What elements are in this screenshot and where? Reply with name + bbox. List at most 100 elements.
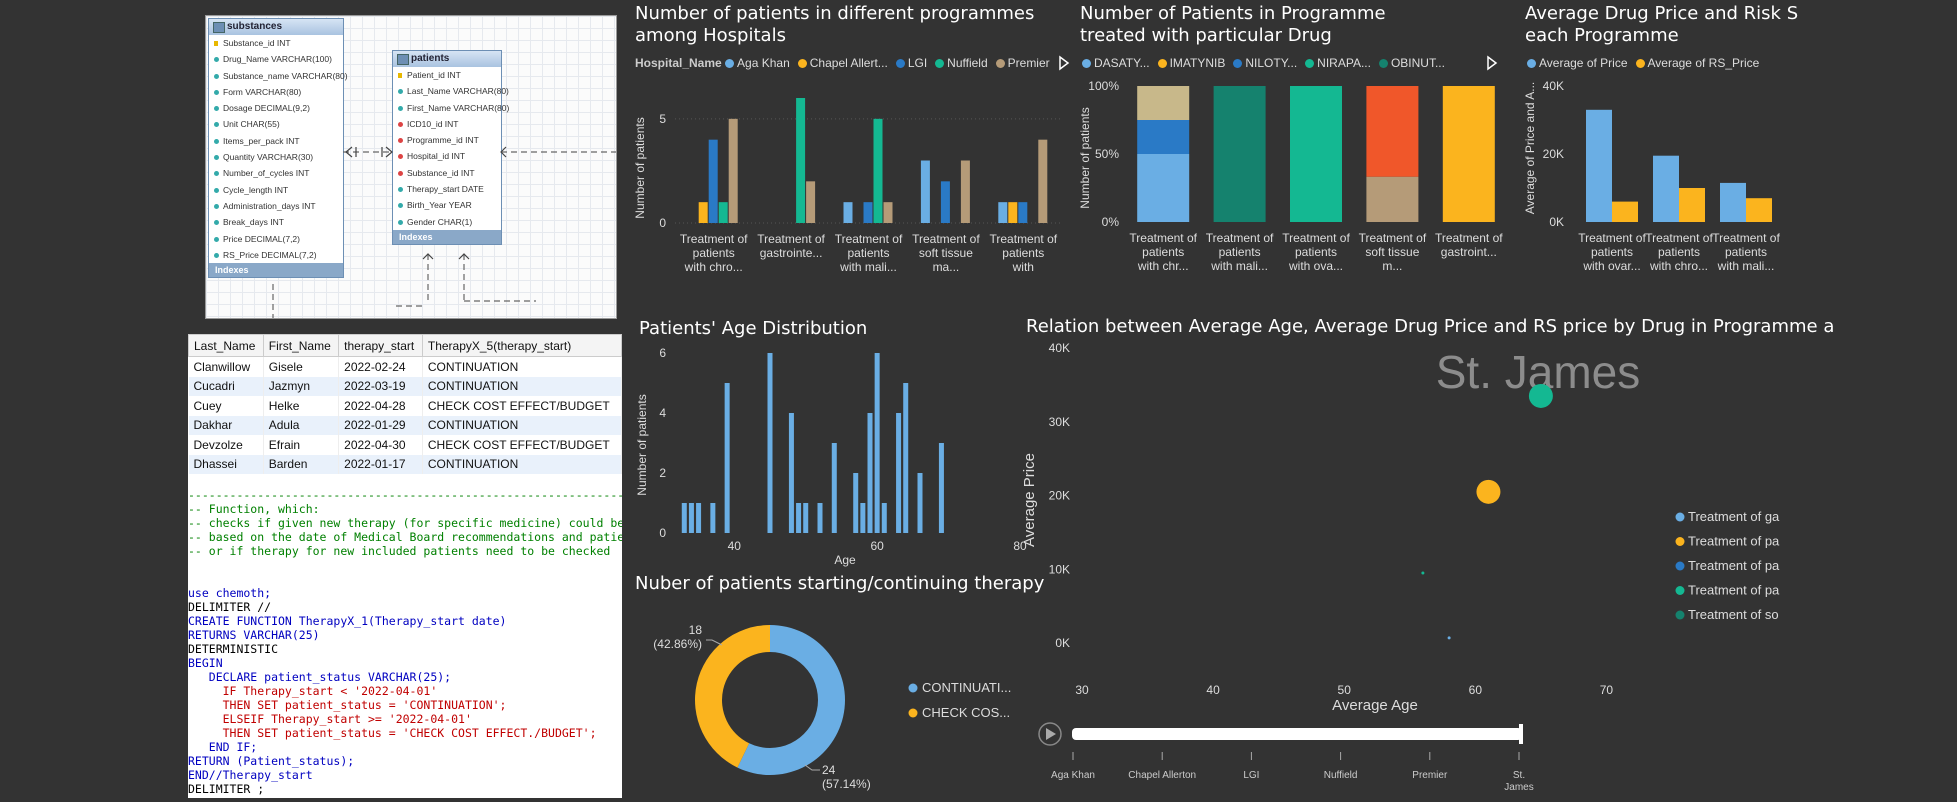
histogram-bar bbox=[853, 473, 859, 533]
play-axis-label: Nuffield bbox=[1324, 770, 1358, 781]
play-axis-label: Chapel Allerton bbox=[1128, 770, 1196, 781]
chart6-plot[interactable]: Average Price Average Age 0K 10K 20K 30K 40K 30… bbox=[1020, 330, 1957, 802]
legend-item[interactable]: LGI bbox=[895, 56, 927, 70]
table-row[interactable]: Dhassei Barden 2022-01-17 CONTINUATION bbox=[188, 454, 623, 474]
x-tick-label-line: soft tissue bbox=[919, 246, 973, 260]
x-tick-label: Treatment of soft tissue ma... bbox=[912, 232, 980, 274]
table-cell: Helke bbox=[263, 396, 340, 416]
legend-marker bbox=[725, 59, 735, 68]
x-tick-label-line: Treatment of bbox=[1129, 231, 1197, 245]
legend-item[interactable]: Nuffield bbox=[935, 56, 988, 70]
histogram-bar bbox=[917, 473, 923, 533]
x-tick-label: Treatment of patients with chro... bbox=[680, 232, 748, 274]
code-line: -- or if therapy for new included patien… bbox=[188, 544, 611, 558]
stacked-bar-segment bbox=[1137, 86, 1190, 120]
x-tick-label: 40 bbox=[728, 539, 742, 553]
chart1-legend[interactable]: Hospital_Name Aga Khan Chapel Allert... LG… bbox=[635, 56, 1058, 70]
sql-result-grid[interactable]: Last_Name First_Name therapy_start TherapyX… bbox=[188, 334, 623, 484]
code-line: BEGIN bbox=[188, 656, 223, 670]
bar bbox=[1653, 155, 1679, 222]
legend-item[interactable]: Chapel Allert... bbox=[797, 56, 888, 70]
histogram-bar bbox=[710, 503, 716, 533]
result-column-header[interactable]: TherapyX_5(therapy_start) bbox=[421, 334, 623, 357]
x-tick-label: 40 bbox=[1206, 683, 1220, 697]
legend-item[interactable]: IMATYNIB bbox=[1157, 56, 1225, 70]
legend-marker bbox=[1635, 59, 1645, 68]
legend-item[interactable]: Average of Price bbox=[1527, 56, 1628, 70]
legend-item[interactable]: Aga Khan bbox=[725, 56, 790, 70]
chart1-legend-next-icon[interactable] bbox=[1057, 55, 1071, 71]
x-tick-label: Treatment of patients with mali... bbox=[1712, 231, 1780, 273]
scatter-point bbox=[1528, 383, 1553, 408]
legend-item[interactable]: Premier bbox=[995, 56, 1050, 70]
table-row[interactable]: Cuey Helke 2022-04-28 CHECK COST EFFECT/BUD… bbox=[188, 396, 623, 416]
legend-item[interactable]: DASATY... bbox=[1082, 56, 1150, 70]
code-line: DECLARE patient_status VARCHAR(25); bbox=[188, 670, 452, 684]
x-tick-label-line: Treatment of bbox=[1282, 231, 1350, 245]
y-tick-label: 5 bbox=[659, 112, 666, 126]
chart5-plot[interactable]: 18(42.86%) 24(57.14%) CONTINUATI... CHECK C… bbox=[640, 600, 1020, 800]
legend-item[interactable]: OBINUT... bbox=[1378, 56, 1445, 70]
result-column-header[interactable]: First_Name bbox=[262, 334, 340, 357]
legend-item[interactable]: NILOTY... bbox=[1233, 56, 1297, 70]
code-line: -- checks if given new therapy (for spec… bbox=[188, 516, 622, 530]
x-tick-label-line: patients bbox=[1725, 245, 1767, 259]
chart3-title-line2: each Programme bbox=[1525, 25, 1679, 46]
play-axis-label: LGI bbox=[1243, 770, 1259, 781]
x-tick-label-line: Treatment of bbox=[680, 232, 748, 246]
legend-marker bbox=[1233, 59, 1243, 68]
table-cell: Devzolze bbox=[188, 435, 264, 455]
legend-label: Treatment of pa bbox=[1688, 583, 1780, 598]
x-tick-label-line: with bbox=[1012, 260, 1034, 274]
bar bbox=[1018, 202, 1028, 223]
table-cell: 2022-03-19 bbox=[338, 376, 423, 396]
er-diagram: substances Substance_id INT Drug_Name VAR… bbox=[205, 15, 617, 319]
bar bbox=[883, 202, 893, 223]
chart1-plot[interactable]: Number of patients05Treatment of patients… bbox=[630, 78, 1070, 278]
chart3-legend[interactable]: Average of Price Average of RS_Price bbox=[1527, 56, 1767, 70]
play-axis-label: Aga Khan bbox=[1051, 770, 1095, 781]
chart3-plot[interactable]: Average of Price and A... 0K 20K 40K Treatme… bbox=[1520, 78, 1957, 278]
table-cell: Dhassei bbox=[188, 454, 264, 474]
table-row[interactable]: Dakhar Adula 2022-01-29 CONTINUATION bbox=[188, 415, 623, 435]
stacked-bar-segment bbox=[1442, 86, 1495, 222]
play-button[interactable] bbox=[1038, 722, 1062, 746]
histogram-bar bbox=[796, 503, 802, 533]
y-tick-label: 100% bbox=[1088, 79, 1119, 93]
stacked-bar-segment bbox=[1290, 86, 1342, 222]
chart4-plot[interactable]: Number of patientsAge024640 60 80 bbox=[630, 340, 1030, 572]
legend-label: Premier bbox=[1007, 56, 1050, 70]
x-tick-label: Treatment of soft tissue m... bbox=[1359, 231, 1427, 273]
chart2-legend-next-icon[interactable] bbox=[1485, 55, 1499, 71]
code-line: END//Therapy_start bbox=[188, 768, 313, 782]
x-tick-label-line: patients bbox=[1591, 245, 1633, 259]
chart2-plot[interactable]: Number of patients0%50%100%Treatment of p… bbox=[1075, 78, 1515, 278]
chart2-legend[interactable]: DASATY... IMATYNIB NILOTY... NIRAPA... OBINU… bbox=[1082, 56, 1453, 70]
data-label-pct: (42.86%) bbox=[653, 637, 702, 651]
y-tick-label: 40K bbox=[1543, 79, 1564, 93]
table-cell: 2022-01-29 bbox=[338, 415, 423, 435]
result-column-header[interactable]: therapy_start bbox=[338, 334, 423, 357]
legend-item[interactable]: NIRAPA... bbox=[1305, 56, 1371, 70]
x-tick-label-line: with mali... bbox=[1717, 259, 1775, 273]
x-tick-label: Treatment of patients with mali... bbox=[1206, 231, 1274, 273]
bar bbox=[940, 181, 950, 223]
x-tick-label-line: patients bbox=[1219, 245, 1261, 259]
sql-code-editor[interactable]: ----------------------------------------… bbox=[188, 484, 622, 798]
legend-label: NILOTY... bbox=[1245, 56, 1298, 70]
play-axis-slider[interactable] bbox=[1072, 728, 1522, 740]
x-tick-label: Treatment of gastroint... bbox=[1435, 231, 1503, 259]
histogram-bar bbox=[767, 353, 773, 533]
x-tick-label-line: Treatment of bbox=[757, 232, 825, 246]
legend-label: Chapel Allert... bbox=[809, 56, 888, 70]
table-cell: CONTINUATION bbox=[422, 376, 623, 396]
table-row[interactable]: Devzolze Efrain 2022-04-30 CHECK COST EFFEC… bbox=[188, 435, 623, 455]
y-tick-label: 20K bbox=[1049, 489, 1070, 503]
legend-marker bbox=[1082, 59, 1091, 68]
result-column-header[interactable]: Last_Name bbox=[188, 334, 264, 357]
chart5-title: Nuber of patients starting/continuing th… bbox=[635, 573, 1045, 594]
table-row[interactable]: Cucadri Jazmyn 2022-03-19 CONTINUATION bbox=[188, 376, 623, 396]
legend-item[interactable]: Average of RS_Price bbox=[1635, 56, 1759, 70]
x-tick-label-line: Treatment of bbox=[1206, 231, 1274, 245]
table-row[interactable]: Clanwillow Gisele 2022-02-24 CONTINUATION bbox=[188, 356, 623, 377]
